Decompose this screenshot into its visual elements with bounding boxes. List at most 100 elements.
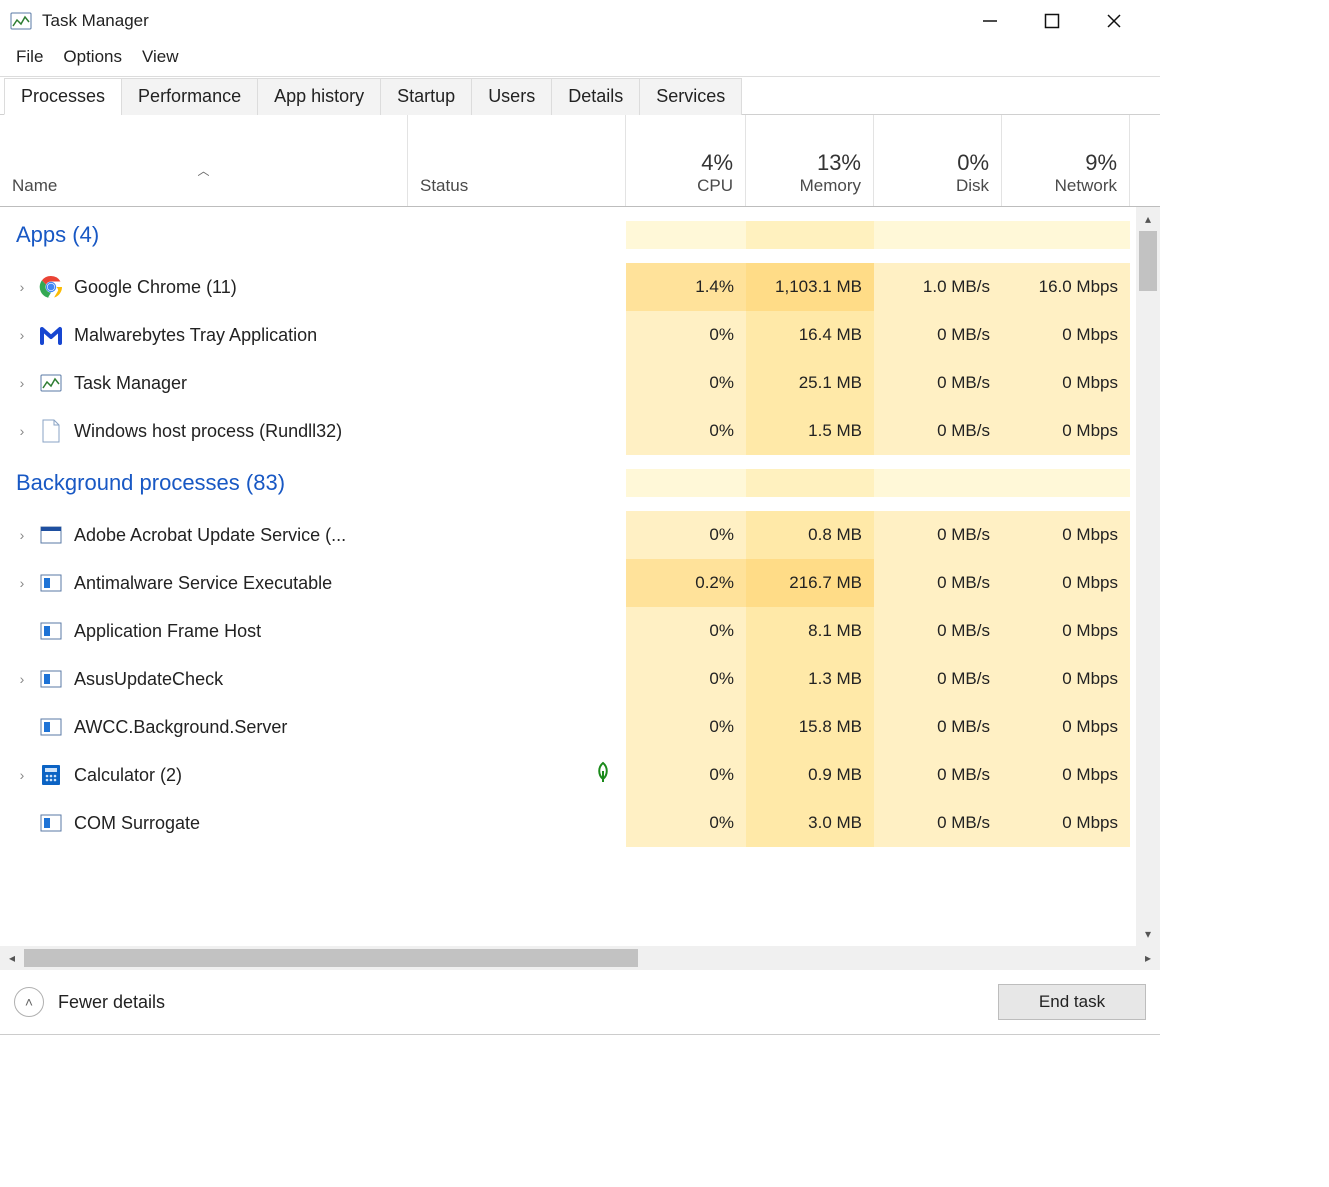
cell-net: 0 Mbps [1002,311,1130,359]
header-memory[interactable]: 13% Memory [746,115,874,206]
table-row[interactable]: ›Antimalware Service Executable0.2%216.7… [0,559,1130,607]
process-name: Windows host process (Rundll32) [74,421,342,442]
service-icon [38,714,64,740]
scroll-left-icon[interactable]: ◂ [0,946,24,970]
header-status[interactable]: Status [408,115,626,206]
tab-users[interactable]: Users [471,78,552,115]
cell-cpu: 0.2% [626,559,746,607]
scroll-up-icon[interactable]: ▴ [1136,207,1160,231]
fewer-details-button[interactable]: ˄ Fewer details [14,987,165,1017]
header-disk[interactable]: 0% Disk [874,115,1002,206]
cell-mem: 1.5 MB [746,407,874,455]
cell-disk: 0 MB/s [874,799,1002,847]
table-row[interactable]: ›Adobe Acrobat Update Service (...0%0.8 … [0,511,1130,559]
table-row[interactable]: COM Surrogate0%3.0 MB0 MB/s0 Mbps [0,799,1130,847]
cell-disk: 1.0 MB/s [874,263,1002,311]
cell-disk: 0 MB/s [874,311,1002,359]
table-row[interactable]: ›AsusUpdateCheck 0%1.3 MB0 MB/s0 Mbps [0,655,1130,703]
header-name[interactable]: ︿ Name [0,115,408,206]
menu-view[interactable]: View [134,45,187,69]
cell-status [408,703,626,751]
table-row[interactable]: ›Task Manager0%25.1 MB0 MB/s0 Mbps [0,359,1130,407]
expand-icon[interactable]: › [12,327,32,343]
cell-status [408,311,626,359]
cell-name: ›Antimalware Service Executable [0,559,408,607]
table-row[interactable]: Application Frame Host0%8.1 MB0 MB/s0 Mb… [0,607,1130,655]
window-controls [974,0,1160,42]
header-memory-percent: 13% [817,150,861,176]
cell-mem: 1.3 MB [746,655,874,703]
cell-net: 0 Mbps [1002,559,1130,607]
horizontal-scrollbar[interactable]: ◂ ▸ [0,946,1160,970]
tab-processes[interactable]: Processes [4,78,122,115]
hscroll-track[interactable] [24,946,1136,970]
scroll-thumb[interactable] [1139,231,1157,291]
cell-name: AWCC.Background.Server [0,703,408,751]
table-row[interactable]: ›Windows host process (Rundll32)0%1.5 MB… [0,407,1130,455]
cell-cpu: 0% [626,511,746,559]
malwarebytes-icon [38,322,64,348]
cell-disk: 0 MB/s [874,359,1002,407]
tab-details[interactable]: Details [551,78,640,115]
tab-startup[interactable]: Startup [380,78,472,115]
cell-disk: 0 MB/s [874,559,1002,607]
table-row[interactable]: ›Google Chrome (11)1.4%1,103.1 MB1.0 MB/… [0,263,1130,311]
minimize-button[interactable] [974,5,1006,37]
menu-file[interactable]: File [8,45,51,69]
vertical-scrollbar[interactable]: ▴ ▾ [1136,207,1160,946]
expand-icon[interactable]: › [12,671,32,687]
cell-disk: 0 MB/s [874,407,1002,455]
task-manager-window: Task Manager File Options View Processes… [0,0,1160,1035]
cell-cpu: 0% [626,655,746,703]
menu-options[interactable]: Options [55,45,130,69]
header-memory-label: Memory [800,176,861,196]
app-icon [10,10,32,32]
footer: ˄ Fewer details End task [0,970,1160,1034]
process-name: Calculator (2) [74,765,182,786]
header-network-percent: 9% [1085,150,1117,176]
header-cpu[interactable]: 4% CPU [626,115,746,206]
tab-services[interactable]: Services [639,78,742,115]
process-list-wrap: Apps (4)›Google Chrome (11)1.4%1,103.1 M… [0,207,1160,946]
cell-net: 0 Mbps [1002,359,1130,407]
cell-status [408,751,626,799]
expand-icon[interactable]: › [12,375,32,391]
cell-status [408,655,626,703]
cell-status [408,607,626,655]
expand-icon[interactable]: › [12,527,32,543]
cell-name: ›AsusUpdateCheck [0,655,408,703]
cell-mem: 3.0 MB [746,799,874,847]
end-task-button[interactable]: End task [998,984,1146,1020]
expand-icon[interactable]: › [12,279,32,295]
tab-app-history[interactable]: App history [257,78,381,115]
cell-cpu: 0% [626,703,746,751]
header-network[interactable]: 9% Network [1002,115,1130,206]
table-row[interactable]: ›Calculator (2)0%0.9 MB0 MB/s0 Mbps [0,751,1130,799]
process-name: Task Manager [74,373,187,394]
scroll-right-icon[interactable]: ▸ [1136,946,1160,970]
cell-cpu: 0% [626,799,746,847]
sort-ascending-icon: ︿ [197,162,209,176]
process-list: Apps (4)›Google Chrome (11)1.4%1,103.1 M… [0,207,1130,847]
cell-mem: 16.4 MB [746,311,874,359]
tab-performance[interactable]: Performance [121,78,258,115]
header-cpu-percent: 4% [701,150,733,176]
expand-icon[interactable]: › [12,575,32,591]
table-row[interactable]: ›Malwarebytes Tray Application0%16.4 MB0… [0,311,1130,359]
expand-icon[interactable]: › [12,423,32,439]
maximize-button[interactable] [1036,5,1068,37]
hscroll-thumb[interactable] [24,949,638,967]
cell-mem: 1,103.1 MB [746,263,874,311]
expand-icon[interactable]: › [12,767,32,783]
cell-name: › Calculator (2) [0,751,408,799]
cell-name: ›Adobe Acrobat Update Service (... [0,511,408,559]
cell-net: 0 Mbps [1002,655,1130,703]
header-disk-percent: 0% [957,150,989,176]
scroll-down-icon[interactable]: ▾ [1136,922,1160,946]
cell-net: 0 Mbps [1002,607,1130,655]
cell-cpu: 0% [626,311,746,359]
cell-disk: 0 MB/s [874,511,1002,559]
table-row[interactable]: AWCC.Background.Server0%15.8 MB0 MB/s0 M… [0,703,1130,751]
close-button[interactable] [1098,5,1130,37]
cell-disk: 0 MB/s [874,655,1002,703]
